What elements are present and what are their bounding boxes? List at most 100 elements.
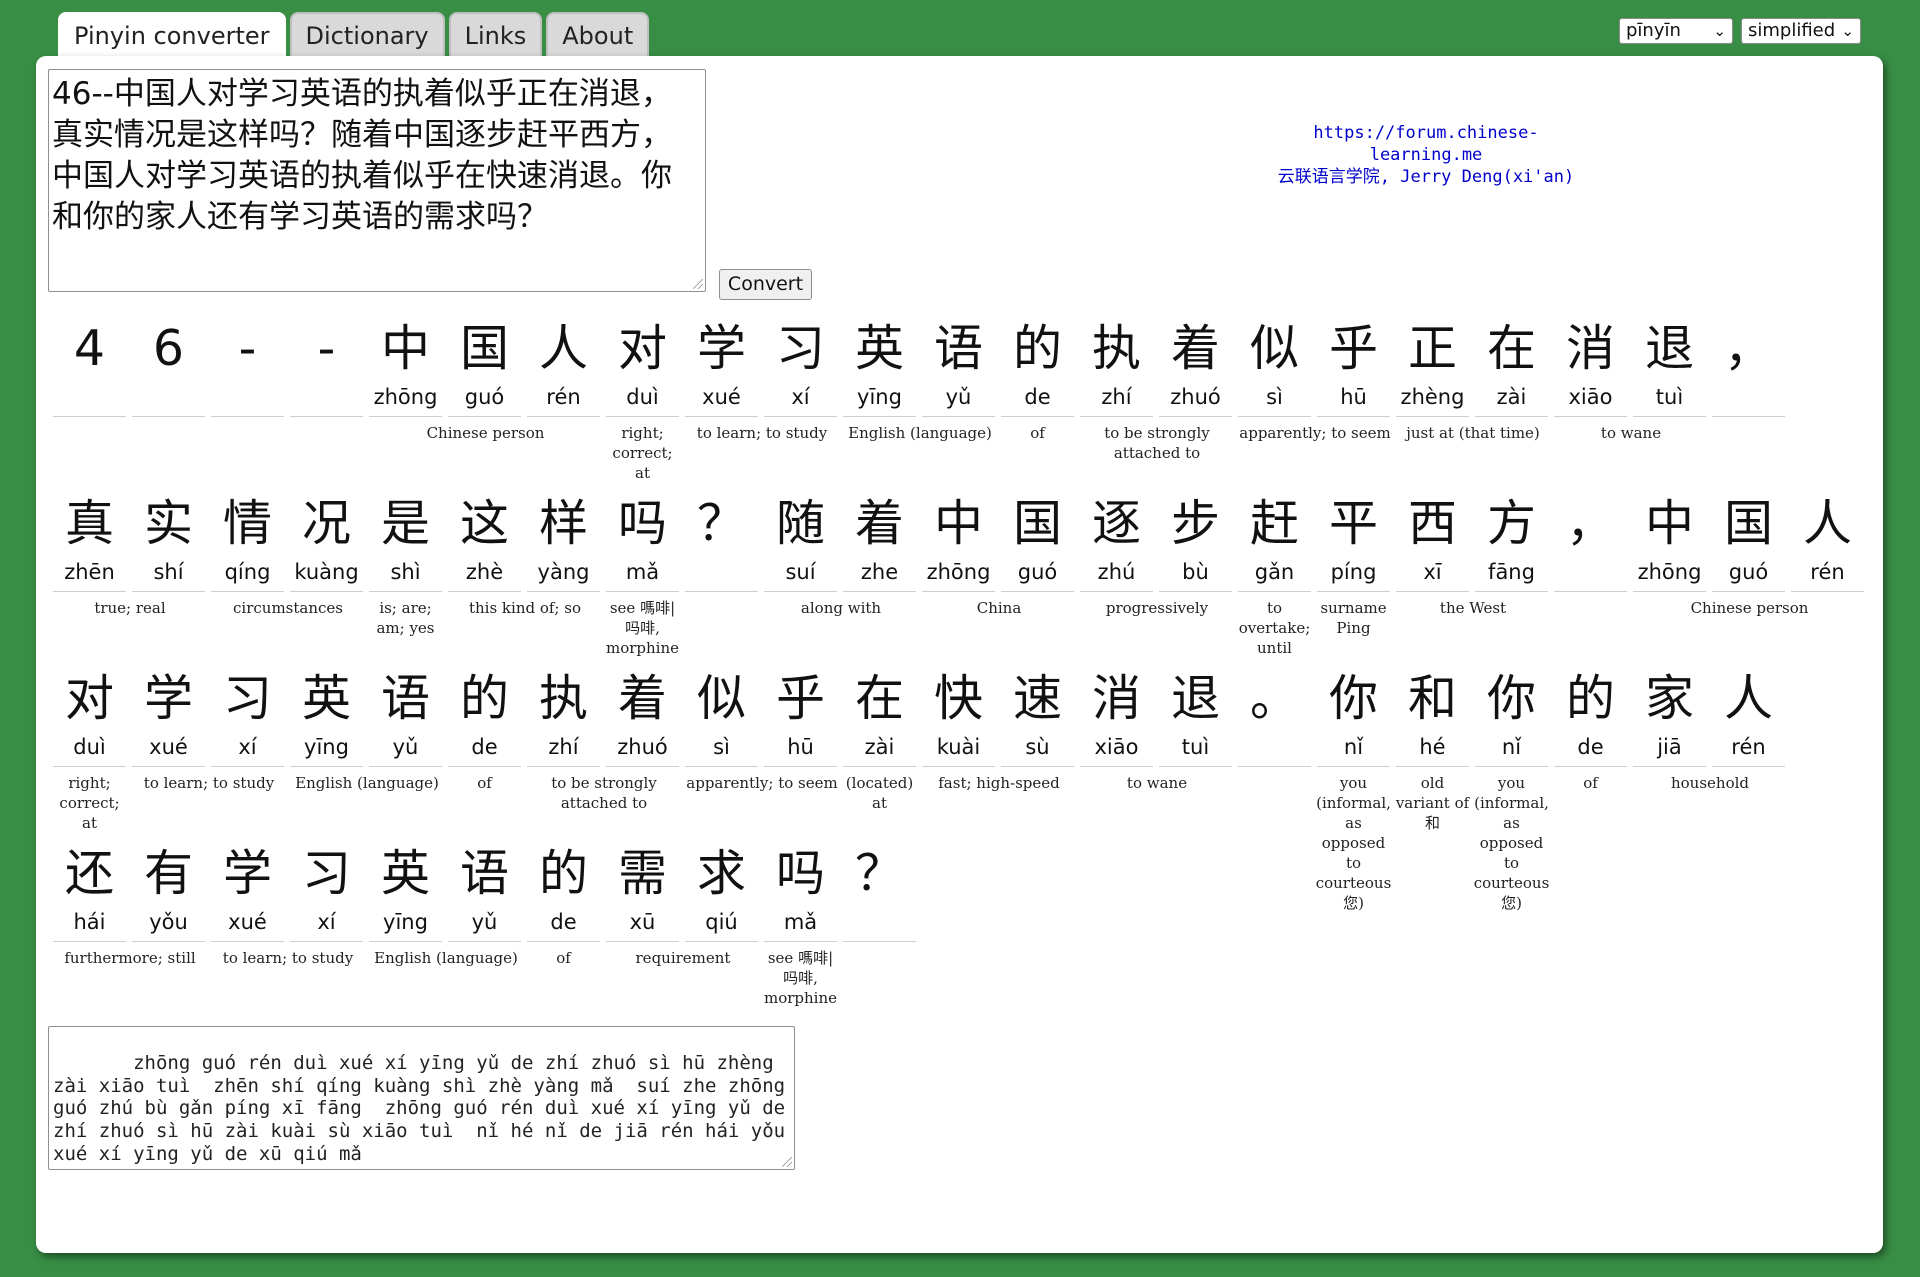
hanzi: 中: [933, 495, 983, 552]
char-cell[interactable]: ？: [840, 843, 919, 942]
divider: [1080, 591, 1153, 592]
char-cell[interactable]: 国 guó: [998, 493, 1077, 592]
char-cell[interactable]: 你 nǐ you (informal, as opposed to courteou…: [1472, 668, 1551, 912]
char-cell[interactable]: 逐 zhú progressively: [1077, 493, 1208, 617]
pinyin: qíng: [224, 560, 271, 584]
tab-pinyin-converter[interactable]: Pinyin converter: [58, 12, 286, 58]
char-cell[interactable]: 4: [50, 318, 129, 417]
char-cell[interactable]: 学 xué to learn; to study: [208, 843, 353, 967]
char-cell[interactable]: 快 kuài fast; high-speed: [919, 668, 1060, 792]
resize-grip-icon[interactable]: [782, 1157, 792, 1167]
char-cell[interactable]: 人 rén: [1709, 668, 1788, 767]
hanzi: 随: [775, 495, 825, 552]
resize-grip-icon[interactable]: [693, 279, 703, 289]
tab-dictionary[interactable]: Dictionary: [289, 12, 445, 56]
pinyin-output-textarea[interactable]: zhōng guó rén duì xué xí yīng yǔ de zhí …: [48, 1026, 795, 1170]
char-cell[interactable]: 。: [1235, 668, 1314, 767]
char-cell[interactable]: 对 duì right; correct; at: [50, 668, 129, 832]
char-cell[interactable]: 这 zhè this kind of; so: [445, 493, 581, 617]
char-cell[interactable]: 人 rén: [524, 318, 603, 417]
char-cell[interactable]: 的 de of: [524, 843, 603, 967]
char-cell[interactable]: 的 de of: [1551, 668, 1630, 792]
char-cell[interactable]: 样 yàng: [524, 493, 603, 592]
char-cell[interactable]: 英 yīng English (language): [366, 843, 518, 967]
script-select[interactable]: simplified ⌄: [1741, 18, 1861, 44]
char-cell[interactable]: 似 sì apparently; to seem: [1235, 318, 1391, 442]
char-cell[interactable]: 赶 gǎn to overtake; until: [1235, 493, 1314, 657]
pinyin-mode-select[interactable]: pīnyīn ⌄: [1619, 18, 1733, 44]
char-cell[interactable]: 学 xué to learn; to study: [129, 668, 274, 792]
char-cell[interactable]: 吗 mǎ see 嗎啡|吗啡, morphine: [603, 493, 682, 657]
char-cell[interactable]: 在 zài (located) at: [840, 668, 919, 812]
char-cell[interactable]: 速 sù: [998, 668, 1077, 767]
char-cell[interactable]: 中 zhōng Chinese person: [366, 318, 544, 442]
char-cell[interactable]: -: [208, 318, 287, 417]
char-cell[interactable]: 6: [129, 318, 208, 417]
char-cell[interactable]: 平 píng surname Ping: [1314, 493, 1393, 637]
char-cell[interactable]: 家 jiā household: [1630, 668, 1749, 792]
char-cell[interactable]: 执 zhí to be strongly attached to: [1077, 318, 1210, 462]
char-cell[interactable]: ，: [1709, 318, 1788, 417]
char-cell[interactable]: 方 fāng: [1472, 493, 1551, 592]
char-cell[interactable]: 执 zhí to be strongly attached to: [524, 668, 657, 812]
tab-about[interactable]: About: [546, 12, 650, 56]
char-cell[interactable]: 学 xué to learn; to study: [682, 318, 827, 442]
char-cell[interactable]: ，: [1551, 493, 1630, 592]
char-cell[interactable]: 着 zhuó: [1156, 318, 1235, 417]
char-cell[interactable]: -: [287, 318, 366, 417]
char-cell[interactable]: 对 duì right; correct; at: [603, 318, 682, 482]
char-cell[interactable]: 还 hái furthermore; still: [50, 843, 196, 967]
char-cell[interactable]: 语 yǔ: [445, 843, 524, 942]
char-cell[interactable]: ？: [682, 493, 761, 592]
char-cell[interactable]: 似 sì apparently; to seem: [682, 668, 838, 792]
convert-button[interactable]: Convert: [719, 269, 812, 300]
char-cell[interactable]: 着 zhe: [840, 493, 919, 592]
char-cell[interactable]: 乎 hū: [1314, 318, 1393, 417]
pinyin: yàng: [537, 560, 590, 584]
char-cell[interactable]: 况 kuàng: [287, 493, 366, 592]
forum-link[interactable]: https://forum.chinese-learning.me: [1276, 122, 1576, 166]
char-cell[interactable]: 习 xí: [287, 843, 366, 942]
hanzi: ？: [696, 495, 746, 552]
char-cell[interactable]: 消 xiāo to wane: [1551, 318, 1661, 442]
char-cell[interactable]: 习 xí: [761, 318, 840, 417]
char-cell[interactable]: 国 guó: [445, 318, 524, 417]
char-cell[interactable]: 中 zhōng China: [919, 493, 1021, 617]
char-cell[interactable]: 西 xī the West: [1393, 493, 1506, 617]
char-cell[interactable]: 英 yīng English (language): [287, 668, 439, 792]
hanzi: 习: [775, 320, 825, 377]
char-cell[interactable]: 语 yǔ: [366, 668, 445, 767]
char-cell[interactable]: 语 yǔ: [919, 318, 998, 417]
char-cell[interactable]: 乎 hū: [761, 668, 840, 767]
pinyin: [1709, 380, 1788, 416]
char-cell[interactable]: 情 qíng circumstances: [208, 493, 343, 617]
char-cell[interactable]: 中 zhōng Chinese person: [1630, 493, 1808, 617]
pinyin: zhōng: [373, 385, 438, 409]
char-cell[interactable]: 真 zhēn true; real: [50, 493, 166, 617]
char-cell[interactable]: 实 shí: [129, 493, 208, 592]
char-cell[interactable]: 求 qiú: [682, 843, 761, 942]
char-cell[interactable]: 退 tuì: [1630, 318, 1709, 417]
char-cell[interactable]: 随 suí along with: [761, 493, 881, 617]
char-cell[interactable]: 着 zhuó: [603, 668, 682, 767]
char-cell[interactable]: 是 shì is; are; am; yes: [366, 493, 445, 637]
char-cell[interactable]: 退 tuì: [1156, 668, 1235, 767]
char-cell[interactable]: 你 nǐ you (informal, as opposed to courteou…: [1314, 668, 1393, 912]
hanzi: 国: [1723, 495, 1773, 552]
char-cell[interactable]: 人 rén: [1788, 493, 1867, 592]
char-cell[interactable]: 在 zài: [1472, 318, 1551, 417]
char-cell[interactable]: 步 bù: [1156, 493, 1235, 592]
char-cell[interactable]: 正 zhèng just at (that time): [1393, 318, 1540, 442]
char-cell[interactable]: 的 de of: [445, 668, 524, 792]
char-cell[interactable]: 和 hé old variant of 和: [1393, 668, 1472, 832]
char-cell[interactable]: 需 xū requirement: [603, 843, 730, 967]
char-cell[interactable]: 有 yǒu: [129, 843, 208, 942]
chinese-input-textarea[interactable]: 46--中国人对学习英语的执着似乎正在消退，真实情况是这样吗？随着中国逐步赶平西…: [48, 69, 706, 292]
char-cell[interactable]: 吗 mǎ see 嗎啡|吗啡, morphine: [761, 843, 840, 1007]
char-cell[interactable]: 消 xiāo to wane: [1077, 668, 1187, 792]
tab-links[interactable]: Links: [448, 12, 543, 56]
char-cell[interactable]: 英 yīng English (language): [840, 318, 992, 442]
char-cell[interactable]: 习 xí: [208, 668, 287, 767]
char-cell[interactable]: 国 guó: [1709, 493, 1788, 592]
char-cell[interactable]: 的 de of: [998, 318, 1077, 442]
